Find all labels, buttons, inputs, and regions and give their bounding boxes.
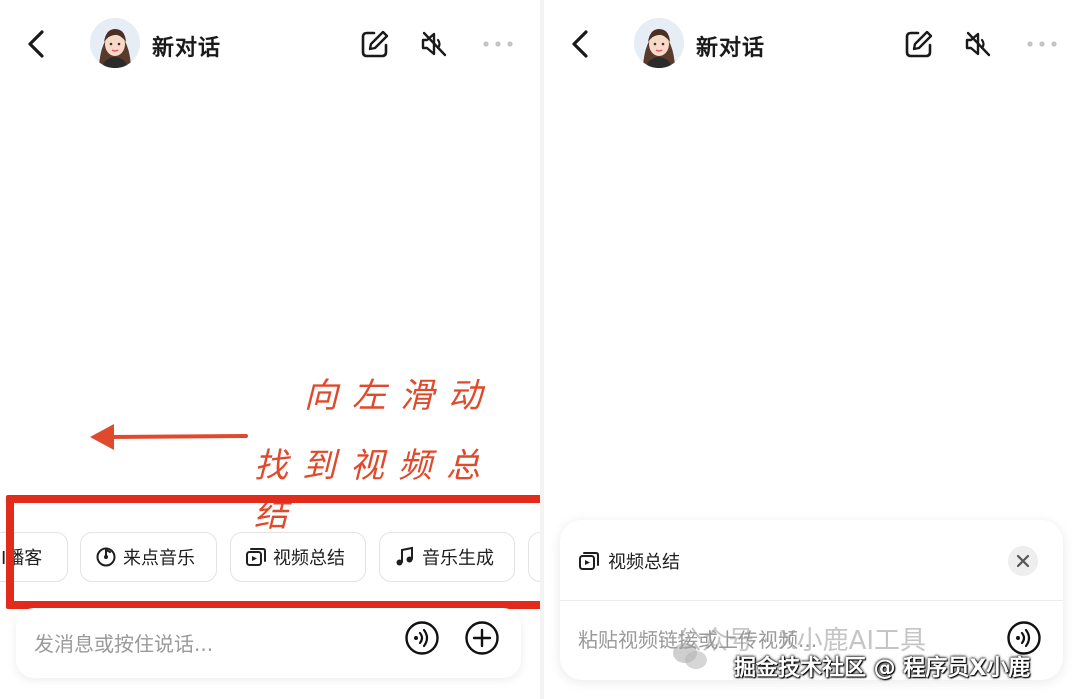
highlight-box [6,495,540,609]
speaker-mute-icon[interactable] [962,28,994,60]
close-icon[interactable] [1008,546,1038,576]
left-panel: 新对话 向左滑动 找到视频总结 I播客 来点音乐 视频总结 音乐生成 发消息或按… [0,0,540,699]
speaker-mute-icon[interactable] [418,28,450,60]
credit-watermark: 掘金技术社区 @ 程序员X小鹿 [734,656,1031,681]
mode-header: 视频总结 [578,548,680,574]
video-summary-icon [579,552,599,570]
back-arrow-icon[interactable] [18,24,58,64]
edit-icon[interactable] [902,27,936,61]
edit-icon[interactable] [358,27,392,61]
right-panel: 新对话 视频总结 粘贴视频链接或上传视频... [544,0,1080,699]
avatar[interactable] [634,18,684,68]
card-divider [560,600,1063,601]
mode-label: 视频总结 [608,552,680,573]
top-bar: 新对话 [544,0,1080,90]
message-input-bar[interactable]: 发消息或按住说话... [16,608,521,678]
left-arrow-icon [90,424,248,450]
page-title: 新对话 [696,36,766,61]
back-arrow-icon[interactable] [562,24,602,64]
add-icon[interactable] [464,620,500,656]
avatar[interactable] [90,18,140,68]
annotation-swipe-left: 向左滑动 [304,376,496,416]
message-input[interactable]: 发消息或按住说话... [34,628,213,657]
voice-input-icon[interactable] [404,620,440,656]
screenshot-stage: 新对话 向左滑动 找到视频总结 I播客 来点音乐 视频总结 音乐生成 发消息或按… [0,0,1080,699]
wechat-icon [673,643,707,669]
top-bar: 新对话 [0,0,540,90]
more-options-icon[interactable] [478,30,518,58]
more-options-icon[interactable] [1022,30,1062,58]
page-title: 新对话 [152,36,222,61]
